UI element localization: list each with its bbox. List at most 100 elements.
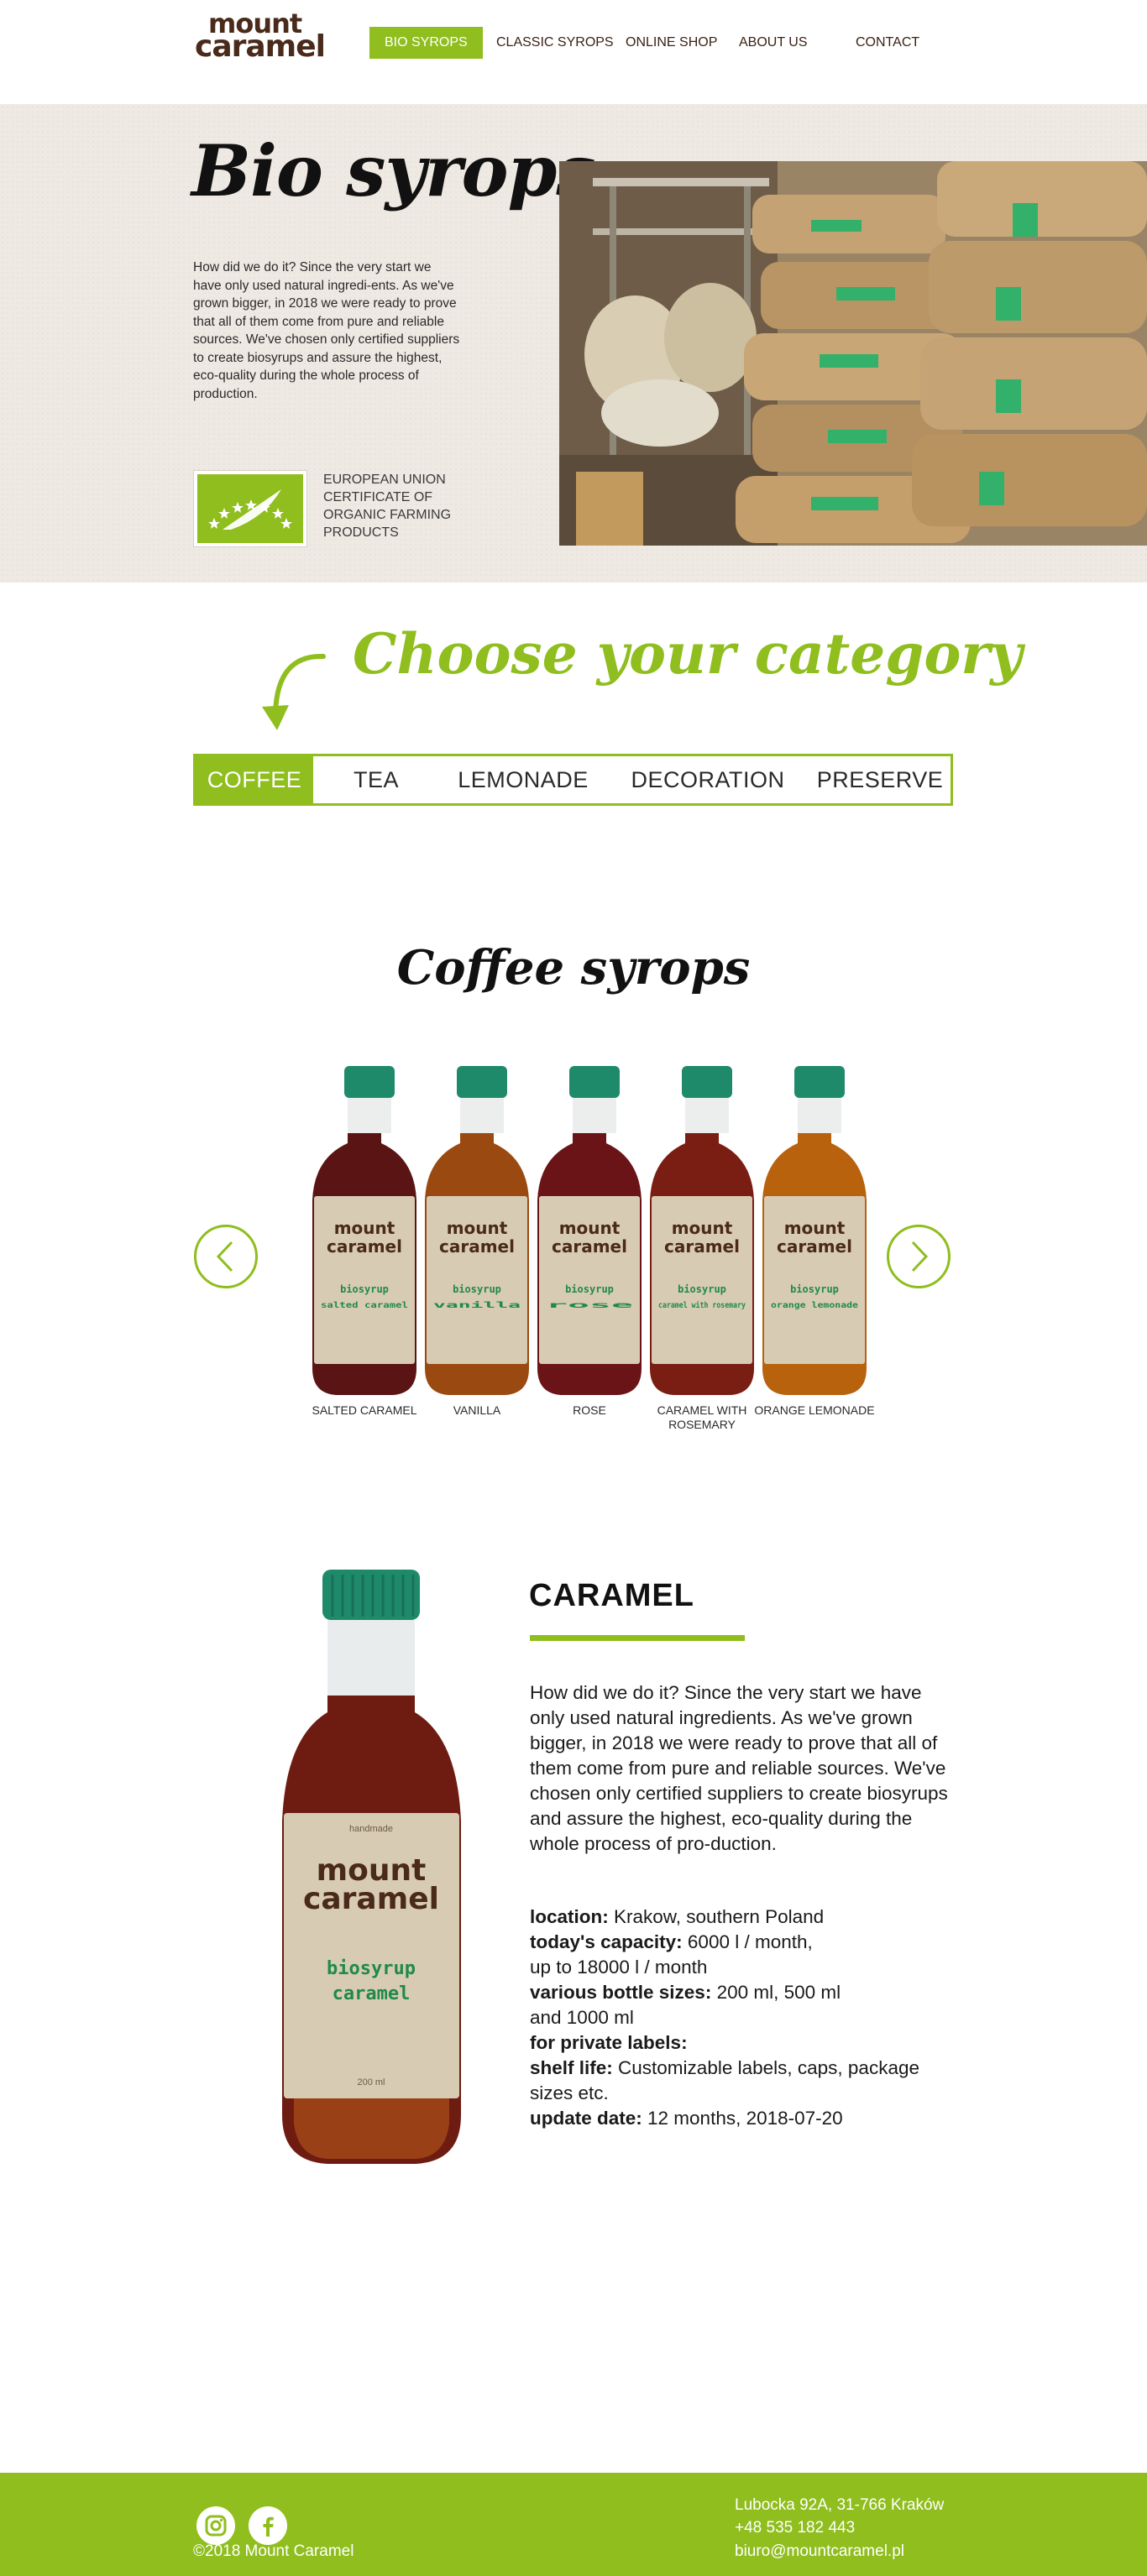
spec-shelf-extra: sizes etc.: [530, 2082, 609, 2103]
brand-logo-line2: caramel: [195, 29, 326, 64]
spec-shelf-life: shelf life: Customizable labels, caps, p…: [530, 2056, 966, 2081]
spec-update-label: update date:: [530, 2108, 642, 2129]
syrup-bottle-image: mountcaramel biosyrup orange lemonade: [762, 1066, 867, 1395]
bottle-label-brand1: mount: [447, 1218, 508, 1238]
coffee-syrops-title: Coffee syrops: [396, 940, 751, 995]
bottle-name-label: VANILLA: [453, 1403, 501, 1417]
spec-capacity: today's capacity: 6000 l / month,: [530, 1930, 966, 1955]
tab-decoration[interactable]: DECORATION: [615, 756, 800, 803]
syrup-bottle-image: mountcaramel biosyrup rose: [537, 1066, 642, 1395]
bottle-label-brand2: caramel: [552, 1236, 627, 1257]
bottle-name-label: ORANGE LEMONADE: [754, 1403, 875, 1417]
bottle-label-brand2: caramel: [327, 1236, 402, 1257]
bottle-label-kind: biosyrup: [678, 1283, 726, 1295]
tab-coffee[interactable]: COFFEE: [196, 756, 313, 803]
bottle-name-label: CARAMEL WITH ROSEMARY: [657, 1403, 747, 1431]
site-footer: ©2018 Mount Caramel Lubocka 92A, 31-766 …: [0, 2473, 1147, 2576]
bottle-card[interactable]: mount caramel biosyrup vanilla VANILLA: [420, 1066, 534, 1435]
site-header: mount caramel BIO SYROPS CLASSIC SYROPS …: [0, 0, 1147, 104]
eu-organic-leaf-icon: [194, 471, 306, 546]
bottle-label-brand1: mount: [559, 1218, 621, 1238]
bottle-label-brand2: caramel: [664, 1236, 740, 1257]
spec-shelf-label: shelf life:: [530, 2057, 613, 2078]
nav-bio-syrops[interactable]: BIO SYROPS: [369, 27, 483, 59]
curved-arrow-icon: [262, 653, 326, 730]
hero-description: How did we do it? Since the very start w…: [193, 260, 460, 401]
facebook-link[interactable]: [249, 2506, 287, 2545]
spec-sizes: various bottle sizes: 200 ml, 500 ml: [530, 1980, 966, 2005]
bottle-label-flavor: orange lemonade: [771, 1301, 858, 1310]
syrup-bottle-image: mountcaramel biosyrup salted caramel: [312, 1066, 416, 1395]
hero-title: Bio syrops: [191, 129, 596, 212]
big-bottle-brand2: caramel: [303, 1882, 439, 1916]
bottle-label-kind: biosyrup: [790, 1283, 839, 1295]
bottle-label-brand2: caramel: [439, 1236, 515, 1257]
carousel-prev-button[interactable]: [194, 1225, 258, 1288]
product-description: How did we do it? Since the very start w…: [530, 1682, 948, 1854]
footer-phone[interactable]: +48 535 182 443: [735, 2519, 855, 2537]
big-bottle-handmade: handmade: [349, 1824, 393, 1834]
syrup-bottle-image: mountcaramel biosyrup caramel with rosemar…: [650, 1066, 754, 1395]
syrup-bottle-image: mountcaramel biosyrup vanilla: [425, 1066, 529, 1395]
bottle-label-flavor: rose: [546, 1301, 633, 1310]
carousel-next-button[interactable]: [887, 1225, 951, 1288]
bottle-label-brand2: caramel: [777, 1236, 852, 1257]
spec-shelf-value: Customizable labels, caps, package: [612, 2057, 919, 2078]
bottle-label-brand1: mount: [334, 1218, 395, 1238]
bottle-label-flavor: salted caramel: [321, 1301, 408, 1310]
spec-private-labels: for private labels:: [530, 2030, 966, 2056]
chevron-right-icon: [911, 1241, 929, 1272]
choose-category-title: Choose your category: [353, 621, 1023, 687]
copyright-text: ©2018 Mount Caramel: [193, 2542, 354, 2560]
bottle-card[interactable]: mount caramel biosyrup orange lemonade ORANG…: [754, 1066, 875, 1435]
bottle-label-flavor: caramel with rosemary: [658, 1300, 746, 1310]
bottle-name-label: SALTED CARAMEL: [312, 1403, 417, 1417]
facebook-icon: [263, 2516, 274, 2537]
bottle-card[interactable]: mount caramel biosyrup rose ROSE: [532, 1066, 647, 1435]
spec-capacity-label: today's capacity:: [530, 1931, 683, 1952]
footer-email[interactable]: biuro@mountcaramel.pl: [735, 2542, 904, 2561]
bottle-label-flavor: vanilla: [433, 1300, 521, 1310]
bottle-label-kind: biosyrup: [565, 1283, 614, 1295]
spec-sizes-extra: and 1000 ml: [530, 2007, 634, 2028]
chevron-left-icon: [216, 1241, 233, 1272]
spec-private-label: for private labels:: [530, 2032, 688, 2053]
spec-location-label: location:: [530, 1906, 609, 1927]
spec-location-value: Krakow, southern Poland: [608, 1906, 825, 1927]
instagram-link[interactable]: [196, 2506, 235, 2545]
spec-location: location: Krakow, southern Poland: [530, 1905, 966, 1930]
bottle-label-brand1: mount: [784, 1218, 846, 1238]
bottle-label-brand1: mount: [672, 1218, 733, 1238]
big-bottle-volume: 200 ml: [357, 2077, 385, 2087]
bottle-label-kind: biosyrup: [453, 1283, 501, 1295]
nav-online-shop[interactable]: ONLINE SHOP: [626, 27, 717, 59]
spec-capacity-value: 6000 l / month,: [682, 1931, 813, 1952]
instagram-icon: [205, 2515, 227, 2537]
title-underline: [530, 1635, 745, 1641]
spec-sizes-label: various bottle sizes:: [530, 1982, 712, 2003]
nav-about-us[interactable]: ABOUT US: [739, 27, 808, 59]
bottle-card[interactable]: mount caramel biosyrup caramel with rosemar…: [645, 1066, 759, 1435]
spec-update-date: update date: 12 months, 2018-07-20: [530, 2106, 966, 2131]
product-title: CARAMEL: [529, 1578, 694, 1613]
bottle-card[interactable]: mount caramel biosyrup salted caramel SALTED…: [307, 1066, 422, 1435]
big-bottle-flavor: caramel: [333, 1983, 411, 2004]
tab-lemonade[interactable]: LEMONADE: [439, 756, 607, 803]
bottle-label-kind: biosyrup: [340, 1283, 389, 1295]
warehouse-sacks-photo: [559, 161, 1147, 546]
spec-update-value: 12 months, 2018-07-20: [642, 2108, 843, 2129]
big-bottle-kind: biosyrup: [327, 1958, 416, 1979]
tab-tea[interactable]: TEA: [322, 756, 431, 803]
category-tabs: COFFEE TEA LEMONADE DECORATION PRESERVE: [193, 754, 953, 806]
spec-capacity-max: up to 18000 l / month: [530, 1957, 708, 1978]
nav-classic-syrops[interactable]: CLASSIC SYROPS: [496, 27, 614, 59]
nav-contact[interactable]: CONTACT: [856, 27, 919, 59]
eu-certificate-text: EUROPEAN UNION CERTIFICATE OF ORGANIC FA…: [323, 473, 452, 540]
tab-preserve[interactable]: PRESERVE: [809, 756, 951, 803]
spec-sizes-value: 200 ml, 500 ml: [711, 1982, 841, 2003]
caramel-bottle-image: handmade mount caramel biosyrup caramel …: [282, 1570, 461, 2164]
hero-section: Bio syrops How did we do it? Since the v…: [0, 104, 1147, 583]
bottle-name-label: ROSE: [573, 1403, 606, 1417]
brand-logo[interactable]: mount caramel: [195, 10, 326, 65]
footer-address: Lubocka 92A, 31-766 Kraków: [735, 2496, 945, 2514]
